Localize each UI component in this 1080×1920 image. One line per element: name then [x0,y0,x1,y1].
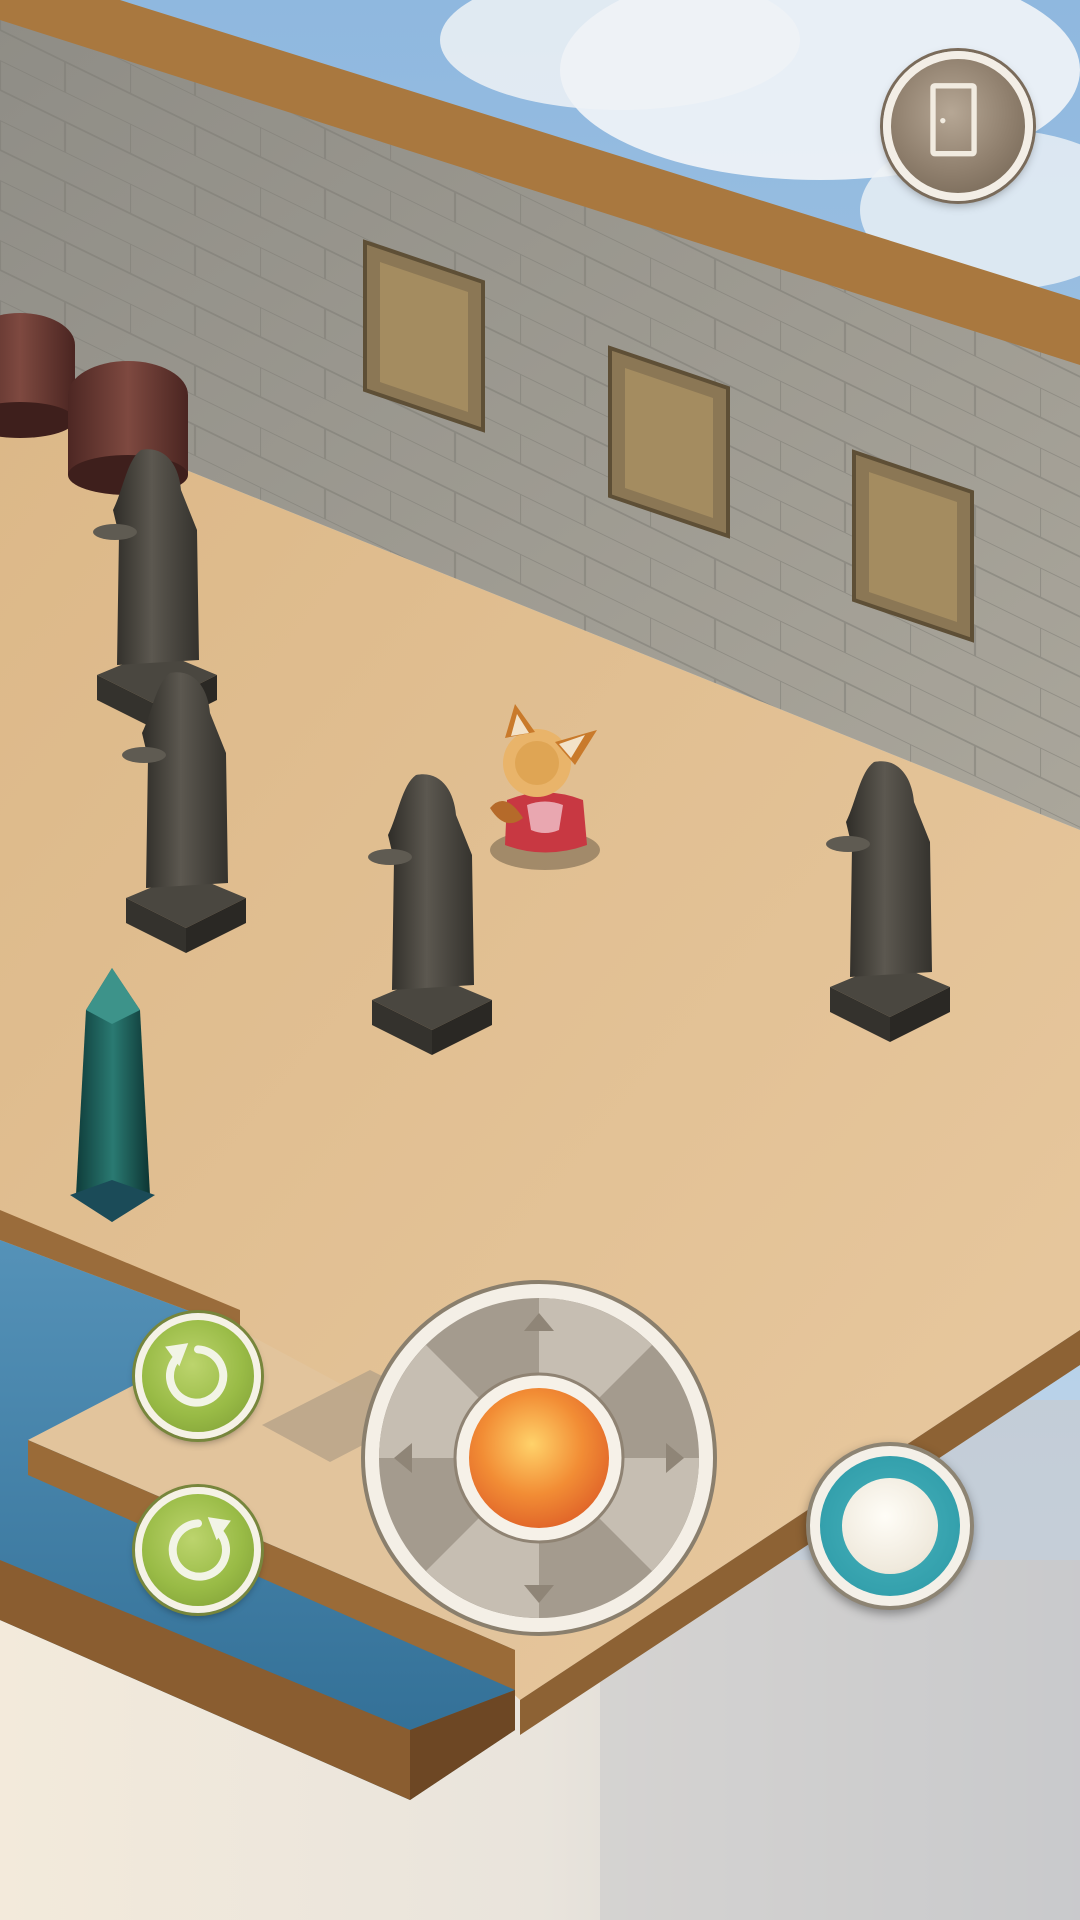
joystick-knob[interactable] [469,1388,609,1528]
action-circle-icon [842,1478,938,1574]
clay-jar [0,313,75,438]
directional-joystick[interactable] [358,1277,720,1639]
game-screen [0,0,1080,1920]
exit-door-button[interactable] [883,51,1033,201]
action-button[interactable] [806,1442,974,1610]
rotate-left-button[interactable] [135,1313,261,1439]
rotate-right-button[interactable] [135,1487,261,1613]
